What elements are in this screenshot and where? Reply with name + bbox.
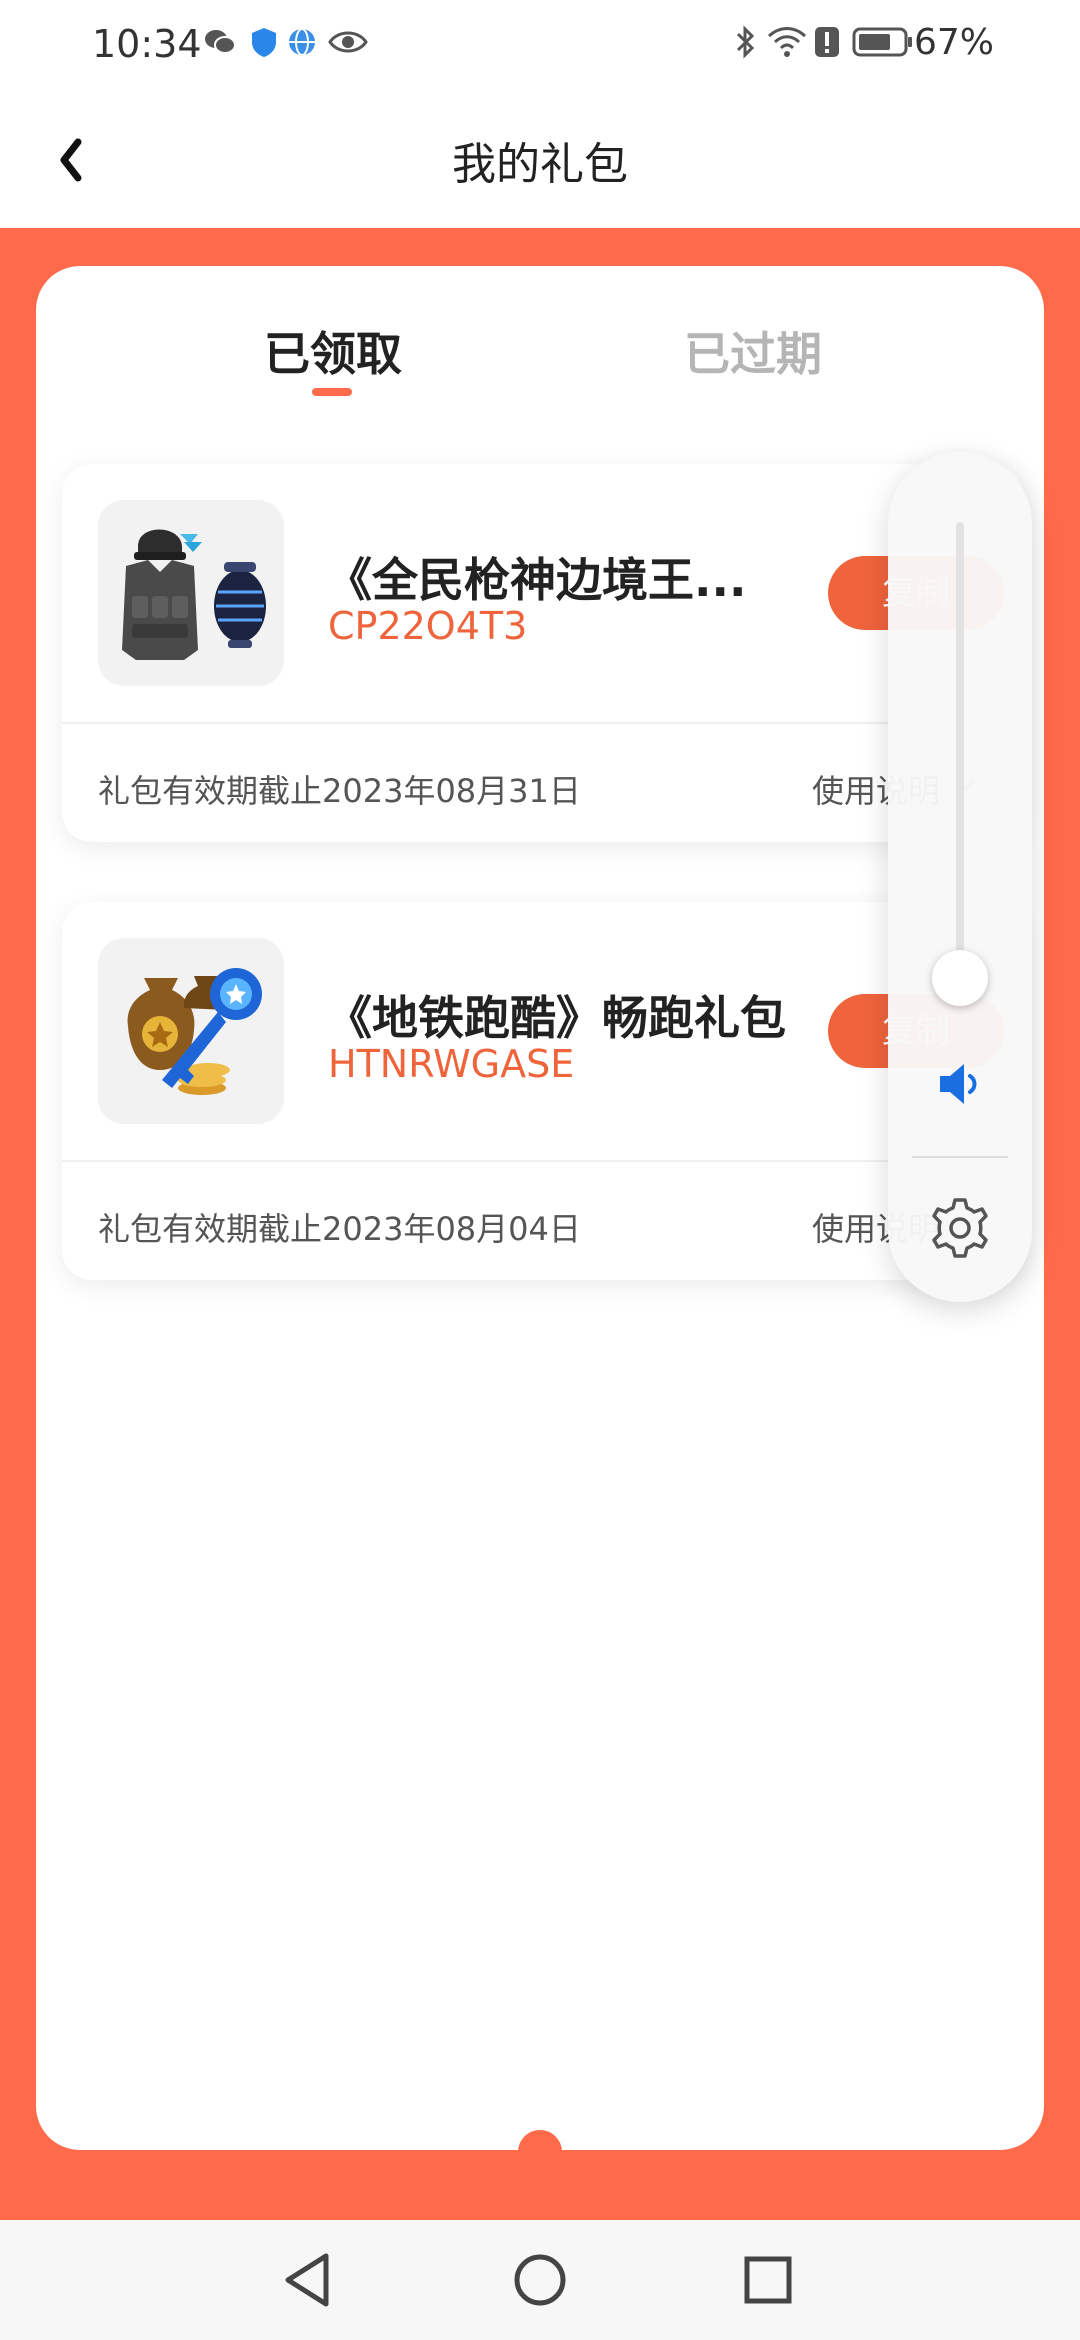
- card-divider: [62, 1160, 1022, 1162]
- volume-panel: [888, 452, 1032, 1302]
- armor-vest-icon: [122, 529, 266, 660]
- gift-card: 《全民枪神边境王... CP22O4T3 复制 礼包有效期截止2023年08月3…: [62, 464, 1022, 842]
- battery-icon: [852, 27, 912, 57]
- gift-thumbnail: [98, 500, 284, 686]
- gift-thumbnail: [98, 938, 284, 1124]
- eye-icon: [328, 31, 368, 53]
- status-time: 10:34: [92, 22, 202, 66]
- gift-title: 《地铁跑酷》畅跑礼包: [326, 991, 786, 1045]
- navigation-bar: [0, 2220, 1080, 2340]
- volume-slider-thumb[interactable]: [932, 950, 988, 1006]
- panel-notch: [518, 2130, 562, 2174]
- header: 我的礼包: [0, 90, 1080, 228]
- status-bar: 10:34 67%: [0, 0, 1080, 90]
- tab-indicator: [312, 388, 352, 396]
- wifi-icon: [767, 27, 807, 57]
- speaker-icon[interactable]: [934, 1058, 986, 1110]
- tab-expired[interactable]: 已过期: [684, 318, 822, 384]
- gift-code: HTNRWGASE: [328, 1042, 575, 1086]
- gift-title: 《全民枪神边境王...: [326, 553, 747, 607]
- tab-claimed[interactable]: 已领取: [264, 318, 402, 384]
- back-triangle-icon[interactable]: [272, 2242, 348, 2318]
- gear-icon[interactable]: [926, 1194, 994, 1262]
- home-circle-icon[interactable]: [502, 2242, 578, 2318]
- shield-icon: [252, 28, 276, 57]
- battery-percentage: 67%: [913, 22, 994, 63]
- volume-slider-track[interactable]: [956, 522, 964, 1002]
- coin-bag-key-icon: [127, 968, 262, 1095]
- recents-square-icon[interactable]: [730, 2242, 806, 2318]
- bluetooth-icon: [736, 25, 755, 59]
- gift-card: 《地铁跑酷》畅跑礼包 HTNRWGASE 复制 礼包有效期截止2023年08月0…: [62, 902, 1022, 1280]
- gift-expiry: 礼包有效期截止2023年08月31日: [98, 772, 581, 810]
- volume-divider: [912, 1156, 1008, 1158]
- gift-expiry: 礼包有效期截止2023年08月04日: [98, 1210, 581, 1248]
- alert-icon: [815, 27, 839, 57]
- card-divider: [62, 722, 1022, 724]
- browser-icon: [289, 28, 315, 56]
- gift-code: CP22O4T3: [328, 604, 528, 648]
- page-title: 我的礼包: [452, 139, 628, 190]
- wechat-icon: [205, 30, 236, 54]
